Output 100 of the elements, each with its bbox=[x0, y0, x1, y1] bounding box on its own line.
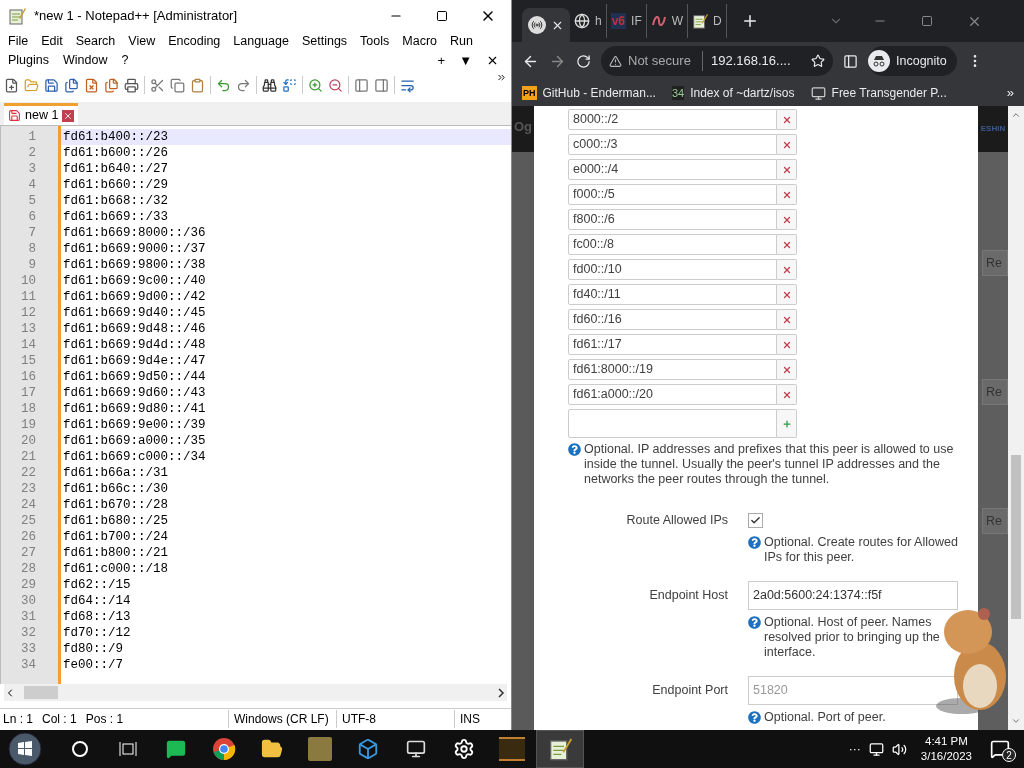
reload-icon[interactable] bbox=[576, 53, 591, 69]
save-icon[interactable] bbox=[44, 77, 59, 93]
bookmark-item[interactable]: Free Transgender P... bbox=[810, 84, 947, 102]
undo-icon[interactable] bbox=[216, 77, 231, 93]
task-view-icon[interactable] bbox=[119, 741, 137, 757]
remove-button[interactable] bbox=[777, 259, 797, 280]
remove-button[interactable] bbox=[777, 109, 797, 130]
ladder-icon[interactable] bbox=[499, 737, 525, 761]
remove-button[interactable] bbox=[777, 159, 797, 180]
cut-icon[interactable] bbox=[150, 77, 165, 93]
scroll-down-icon[interactable] bbox=[1011, 716, 1021, 726]
tab-close-button[interactable] bbox=[62, 109, 75, 122]
ip-field[interactable]: f000::/5 bbox=[568, 184, 777, 205]
text-field[interactable]: 2a0d:5600:24:1374::f5f bbox=[748, 580, 958, 610]
browser-tab[interactable]: W bbox=[646, 4, 689, 38]
browser-icon[interactable] bbox=[212, 737, 236, 761]
taskbar-app[interactable] bbox=[536, 730, 584, 768]
scroll-right-icon[interactable] bbox=[495, 686, 507, 699]
ip-field[interactable]: fd00::/10 bbox=[568, 259, 777, 280]
menu-item[interactable]: Plugins bbox=[8, 51, 49, 70]
cube-icon[interactable] bbox=[357, 738, 379, 760]
ip-field[interactable]: 8000::/2 bbox=[568, 109, 777, 130]
menu-item[interactable]: Macro bbox=[402, 32, 438, 51]
more-icon[interactable] bbox=[496, 72, 507, 83]
zoom-in-icon[interactable] bbox=[308, 77, 323, 93]
close-file-icon[interactable] bbox=[84, 77, 99, 93]
bookmark-item[interactable]: 34 Index of ~dartz/isos bbox=[671, 84, 795, 102]
volume-icon[interactable] bbox=[891, 741, 907, 757]
browser-tab[interactable] bbox=[522, 8, 570, 42]
menu-item[interactable]: Encoding bbox=[168, 32, 221, 51]
ip-field[interactable]: e000::/4 bbox=[568, 159, 777, 180]
panel-right-icon[interactable] bbox=[374, 77, 389, 93]
copy-icon[interactable] bbox=[170, 77, 185, 93]
redo-icon[interactable] bbox=[236, 77, 251, 93]
menu-item[interactable]: Run bbox=[450, 32, 473, 51]
checkbox[interactable] bbox=[748, 512, 763, 528]
more-bookmarks[interactable]: » bbox=[1006, 83, 1014, 103]
ip-field[interactable]: fd60::/16 bbox=[568, 309, 777, 330]
close-icon[interactable] bbox=[486, 54, 499, 67]
scroll-up-icon[interactable] bbox=[1011, 110, 1021, 120]
menu-item[interactable]: Language bbox=[233, 32, 289, 51]
network-icon[interactable] bbox=[868, 741, 884, 757]
ip-field[interactable]: fd61::/17 bbox=[568, 334, 777, 355]
menu-control[interactable]: ▼ bbox=[459, 54, 472, 67]
panel-left-icon[interactable] bbox=[354, 77, 369, 93]
word-wrap-icon[interactable] bbox=[400, 77, 415, 93]
new-file-icon[interactable] bbox=[4, 77, 19, 93]
file-tab[interactable]: new 1 bbox=[4, 103, 79, 125]
tray-overflow[interactable]: ··· bbox=[848, 740, 861, 758]
remove-button[interactable] bbox=[777, 359, 797, 380]
scroll-thumb[interactable] bbox=[24, 686, 58, 699]
horizontal-scrollbar[interactable] bbox=[4, 684, 507, 701]
menu-item[interactable]: File bbox=[8, 32, 29, 51]
remove-button[interactable] bbox=[777, 134, 797, 155]
ip-field[interactable]: fd40::/11 bbox=[568, 284, 777, 305]
maximize-icon[interactable] bbox=[920, 15, 933, 27]
menu-item[interactable]: Settings bbox=[301, 32, 348, 51]
menu-item[interactable]: Search bbox=[75, 32, 116, 51]
paste-icon[interactable] bbox=[190, 77, 205, 93]
remove-button[interactable] bbox=[777, 184, 797, 205]
bookmark-star-icon[interactable] bbox=[811, 54, 825, 68]
save-all-icon[interactable] bbox=[64, 77, 79, 93]
remove-button[interactable] bbox=[777, 284, 797, 305]
address-bar[interactable]: Not secure 192.168.16.... bbox=[601, 46, 833, 76]
remove-button[interactable] bbox=[777, 384, 797, 405]
text-field[interactable]: 51820 bbox=[748, 675, 958, 705]
menu-item[interactable]: Window bbox=[63, 51, 108, 70]
settings-icon[interactable] bbox=[453, 738, 475, 760]
profile-button[interactable]: Incognito bbox=[868, 46, 957, 76]
remove-button[interactable] bbox=[777, 234, 797, 255]
remove-button[interactable] bbox=[777, 309, 797, 330]
menu-item[interactable]: Edit bbox=[41, 32, 63, 51]
vertical-scrollbar[interactable] bbox=[1008, 106, 1024, 730]
ip-field[interactable]: c000::/3 bbox=[568, 134, 777, 155]
remove-button[interactable] bbox=[777, 209, 797, 230]
bookmark-item[interactable]: PH GitHub - Enderman... bbox=[522, 84, 656, 102]
browser-tab[interactable]: D bbox=[688, 4, 727, 38]
browser-tab[interactable]: h bbox=[570, 4, 607, 38]
remove-button[interactable] bbox=[777, 334, 797, 355]
menu-item[interactable]: ? bbox=[121, 51, 129, 70]
menu-item[interactable]: View bbox=[128, 32, 156, 51]
notifications-icon[interactable] bbox=[990, 739, 1010, 759]
browser-tab[interactable]: v6 IF bbox=[606, 4, 647, 38]
menu-control[interactable]: + bbox=[437, 54, 446, 67]
ip-field[interactable]: f800::/6 bbox=[568, 209, 777, 230]
side-panel-icon[interactable] bbox=[843, 53, 858, 69]
ip-field[interactable]: fd61:a000::/20 bbox=[568, 384, 777, 405]
ip-field[interactable]: fc00::/8 bbox=[568, 234, 777, 255]
scroll-thumb[interactable] bbox=[1011, 455, 1021, 619]
folder-icon[interactable] bbox=[261, 738, 283, 760]
start-icon[interactable] bbox=[8, 732, 42, 766]
replace-icon[interactable] bbox=[282, 77, 297, 93]
chat-icon[interactable] bbox=[166, 739, 186, 759]
close-all-icon[interactable] bbox=[104, 77, 119, 93]
menu-item[interactable]: Tools bbox=[360, 32, 390, 51]
search-icon[interactable] bbox=[72, 741, 88, 757]
print-icon[interactable] bbox=[124, 77, 139, 93]
computer-icon[interactable] bbox=[406, 739, 426, 759]
new-ip-field[interactable] bbox=[568, 409, 777, 438]
ip-field[interactable]: fd61:8000::/19 bbox=[568, 359, 777, 380]
